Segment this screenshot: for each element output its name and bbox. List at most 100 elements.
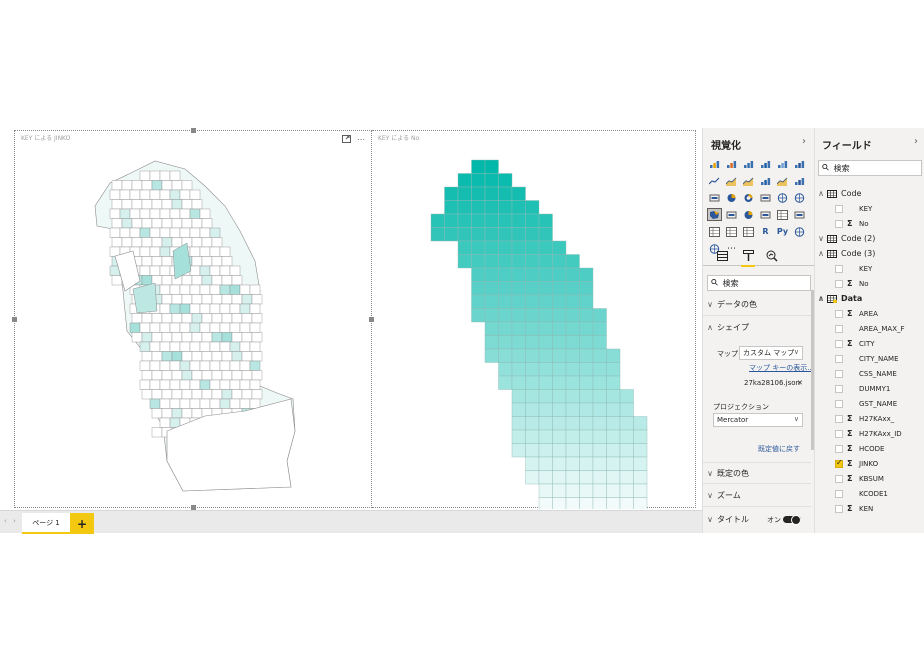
title-toggle[interactable] bbox=[783, 515, 801, 525]
shape-map-visual-no[interactable]: KEY による No bbox=[372, 130, 696, 509]
field-row[interactable]: KEY bbox=[815, 261, 924, 276]
field-row[interactable]: CITY_NAME bbox=[815, 351, 924, 366]
section-zoom[interactable]: ∨ ズーム bbox=[703, 485, 811, 507]
field-row[interactable]: Σ JINKO bbox=[815, 456, 924, 471]
area-visual-icon[interactable] bbox=[725, 175, 738, 186]
field-table-row[interactable]: ∨ Code (2) bbox=[815, 231, 924, 246]
chevron-up-icon[interactable]: ∧ bbox=[815, 294, 827, 303]
field-row[interactable]: AREA_MAX_F bbox=[815, 321, 924, 336]
field-checkbox[interactable] bbox=[835, 384, 843, 393]
map-key-link[interactable]: マップ キーの表示... bbox=[749, 363, 814, 373]
field-checkbox[interactable] bbox=[835, 369, 843, 378]
projection-dropdown[interactable]: Mercator ∨ bbox=[713, 413, 803, 427]
stacked-area-visual-icon[interactable] bbox=[742, 175, 755, 186]
reset-default-link[interactable]: 既定値に戻す bbox=[758, 444, 800, 454]
field-checkbox[interactable] bbox=[835, 474, 843, 483]
multi-row-card-visual-icon[interactable] bbox=[776, 209, 789, 220]
slicer-visual-icon[interactable] bbox=[708, 226, 721, 237]
100pct-column-visual-icon[interactable] bbox=[793, 158, 806, 169]
field-checkbox[interactable] bbox=[835, 399, 843, 408]
field-row[interactable]: CSS_NAME bbox=[815, 366, 924, 381]
funnel-visual-icon[interactable] bbox=[725, 209, 738, 220]
field-checkbox[interactable] bbox=[835, 219, 843, 228]
line-column-visual-icon[interactable] bbox=[759, 175, 772, 186]
filled-map-visual-icon[interactable] bbox=[793, 192, 806, 203]
waterfall-visual-icon[interactable] bbox=[793, 175, 806, 186]
card-visual-icon[interactable] bbox=[759, 209, 772, 220]
field-checkbox[interactable] bbox=[835, 489, 843, 498]
field-table-row[interactable]: ∧ Code (3) bbox=[815, 246, 924, 261]
field-row[interactable]: Σ KEN bbox=[815, 501, 924, 516]
section-default-color[interactable]: ∨ 既定の色 bbox=[703, 462, 811, 484]
python-visual-visual-icon[interactable]: Py bbox=[776, 226, 789, 237]
add-page-button[interactable]: + bbox=[70, 513, 94, 534]
fields-search-input[interactable]: ⚲ 検索 bbox=[818, 160, 922, 176]
field-checkbox[interactable] bbox=[835, 504, 843, 513]
field-checkbox[interactable] bbox=[835, 324, 843, 333]
r-visual-visual-icon[interactable]: R bbox=[759, 226, 772, 237]
shape-map-visual-jinko[interactable]: KEY による JINKO ⋯ bbox=[12, 128, 374, 510]
field-row[interactable]: Σ CITY bbox=[815, 336, 924, 351]
chevron-down-icon[interactable]: ∨ bbox=[815, 234, 827, 243]
chevron-right-icon[interactable]: › bbox=[802, 136, 806, 147]
field-row[interactable]: Σ KBSUM bbox=[815, 471, 924, 486]
choropleth-map[interactable] bbox=[15, 131, 373, 509]
stacked-bar-visual-icon[interactable] bbox=[708, 158, 721, 169]
field-checkbox[interactable] bbox=[835, 354, 843, 363]
map-type-dropdown[interactable]: カスタム マップ ∨ bbox=[739, 346, 803, 360]
scatter-visual-icon[interactable] bbox=[708, 192, 721, 203]
map-visual-icon[interactable] bbox=[776, 192, 789, 203]
page-prev-button[interactable]: ‹ bbox=[4, 517, 7, 525]
treemap-visual-icon[interactable] bbox=[759, 192, 772, 203]
format-tab[interactable] bbox=[741, 249, 755, 267]
grid-tile bbox=[552, 267, 567, 282]
table-visual-icon[interactable] bbox=[725, 226, 738, 237]
stacked-column-visual-icon[interactable] bbox=[725, 158, 738, 169]
field-checkbox[interactable] bbox=[835, 309, 843, 318]
field-checkbox[interactable] bbox=[835, 444, 843, 453]
field-row[interactable]: Σ No bbox=[815, 216, 924, 231]
chevron-up-icon[interactable]: ∧ bbox=[815, 249, 827, 258]
field-row[interactable]: Σ H27KAxx_ bbox=[815, 411, 924, 426]
chevron-up-icon[interactable]: ∧ bbox=[815, 189, 827, 198]
azure-map-visual-icon[interactable] bbox=[793, 226, 806, 237]
format-search-input[interactable]: ⚲ 検索 bbox=[707, 275, 811, 291]
field-checkbox[interactable] bbox=[835, 458, 843, 468]
field-checkbox[interactable] bbox=[835, 279, 843, 288]
field-row[interactable]: DUMMY1 bbox=[815, 381, 924, 396]
field-row[interactable]: Σ H27KAxx_ID bbox=[815, 426, 924, 441]
field-table-row[interactable]: ∧ Code bbox=[815, 186, 924, 201]
clustered-column-visual-icon[interactable] bbox=[759, 158, 772, 169]
chevron-right-icon[interactable]: › bbox=[914, 136, 918, 147]
field-row[interactable]: Σ HCODE bbox=[815, 441, 924, 456]
field-checkbox[interactable] bbox=[835, 429, 843, 438]
field-checkbox[interactable] bbox=[835, 339, 843, 348]
matrix-visual-icon[interactable] bbox=[742, 226, 755, 237]
field-table-row[interactable]: ∧ Data bbox=[815, 291, 924, 306]
analytics-tab[interactable] bbox=[765, 249, 779, 263]
donut-visual-icon[interactable] bbox=[742, 192, 755, 203]
section-shape[interactable]: ∧ シェイプ bbox=[703, 316, 811, 338]
field-row[interactable]: Σ No bbox=[815, 276, 924, 291]
shape-map-visual-icon[interactable] bbox=[707, 208, 722, 221]
fields-well-tab[interactable] bbox=[715, 249, 729, 263]
section-data-colors[interactable]: ∨ データの色 bbox=[703, 294, 811, 316]
field-row[interactable]: KCODE1 bbox=[815, 486, 924, 501]
field-checkbox[interactable] bbox=[835, 204, 843, 213]
tile-grid-map[interactable] bbox=[372, 131, 696, 509]
field-row[interactable]: KEY bbox=[815, 201, 924, 216]
page-next-button[interactable]: › bbox=[13, 517, 16, 525]
gauge-visual-icon[interactable] bbox=[742, 209, 755, 220]
100pct-bar-visual-icon[interactable] bbox=[776, 158, 789, 169]
clustered-bar-visual-icon[interactable] bbox=[742, 158, 755, 169]
field-checkbox[interactable] bbox=[835, 414, 843, 423]
remove-file-icon[interactable]: ✕ bbox=[797, 379, 803, 387]
pie-visual-icon[interactable] bbox=[725, 192, 738, 203]
ribbon-visual-icon[interactable] bbox=[776, 175, 789, 186]
tab-page-1[interactable]: ページ 1 bbox=[22, 513, 70, 534]
field-row[interactable]: Σ AREA bbox=[815, 306, 924, 321]
field-row[interactable]: GST_NAME bbox=[815, 396, 924, 411]
field-checkbox[interactable] bbox=[835, 264, 843, 273]
line-visual-icon[interactable] bbox=[708, 175, 721, 186]
kpi-visual-icon[interactable] bbox=[793, 209, 806, 220]
